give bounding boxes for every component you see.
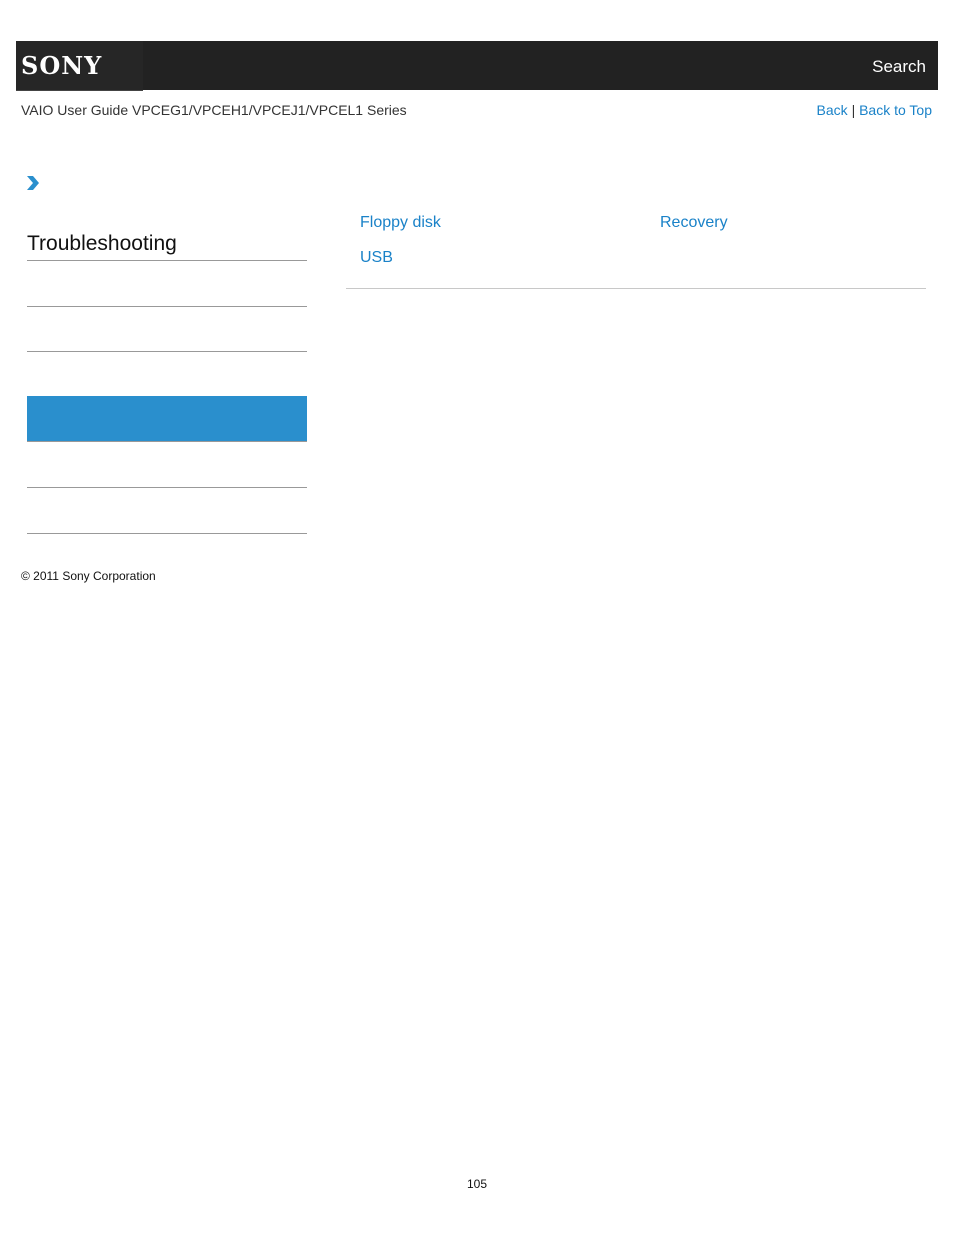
sidebar-title: Troubleshooting [27, 232, 307, 261]
guide-title: VAIO User Guide VPCEG1/VPCEH1/VPCEJ1/VPC… [21, 102, 407, 118]
sidebar-item-1[interactable] [27, 261, 307, 307]
back-link[interactable]: Back [817, 102, 848, 118]
logo-text: SONY [21, 51, 103, 80]
topic-links: Floppy disk Recovery USB [346, 212, 926, 289]
chevron-right-icon [27, 176, 39, 190]
copyright: © 2011 Sony Corporation [21, 569, 156, 583]
back-to-top-link[interactable]: Back to Top [859, 102, 932, 118]
sidebar-item-5[interactable] [27, 488, 307, 534]
link-recovery[interactable]: Recovery [660, 214, 728, 232]
link-floppy-disk[interactable]: Floppy disk [360, 214, 441, 232]
sony-logo[interactable]: SONY [16, 41, 143, 91]
sidebar-item-active[interactable] [27, 396, 307, 442]
link-separator: | [851, 102, 856, 118]
search-link[interactable]: Search [872, 57, 926, 77]
sidebar-item-4[interactable] [27, 442, 307, 488]
header-bar: SONY Search [16, 41, 938, 91]
page-number: 105 [466, 1177, 488, 1191]
sidebar-item-2[interactable] [27, 306, 307, 352]
sidebar-item-3[interactable] [27, 351, 307, 396]
link-usb[interactable]: USB [360, 249, 393, 267]
top-nav-links: Back | Back to Top [817, 102, 932, 118]
